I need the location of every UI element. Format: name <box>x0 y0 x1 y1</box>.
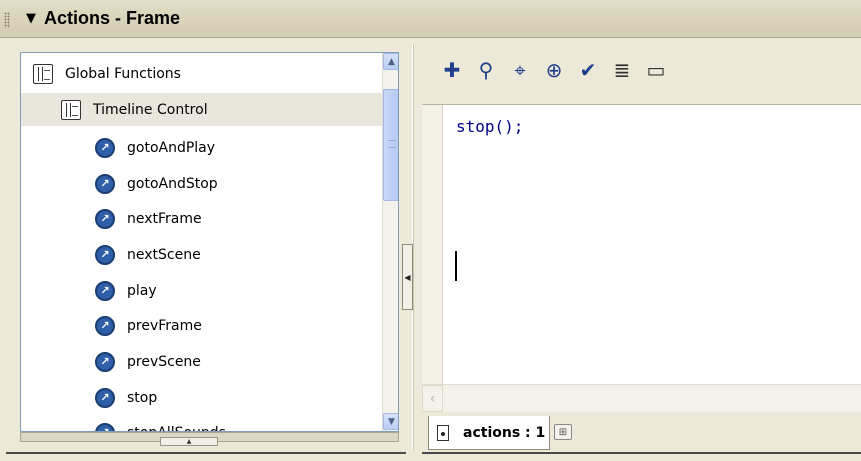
scroll-thumb[interactable] <box>383 89 398 201</box>
thumb-grip-icon <box>388 140 396 148</box>
actions-toolbox-tree: Global Functions Timeline Control ↗ goto… <box>20 52 399 432</box>
tree-item-label: nextScene <box>127 246 201 263</box>
book-icon <box>61 99 81 120</box>
tree-item-label: Timeline Control <box>93 101 208 118</box>
action-arrow-icon: ↗ <box>95 137 115 158</box>
collapse-toolbox-button[interactable]: ◀ <box>402 244 413 310</box>
tree-item-label: gotoAndStop <box>127 175 218 192</box>
tree-item-play[interactable]: ↗ play <box>95 274 398 307</box>
tree-item-timeline-control[interactable]: Timeline Control <box>21 93 382 126</box>
tree-vertical-scrollbar[interactable]: ▲ ▼ <box>382 53 398 431</box>
panel-titlebar[interactable]: ▼ Actions - Frame <box>0 0 861 38</box>
tree-item-label: prevFrame <box>127 317 202 334</box>
tree-item-label: play <box>127 282 157 299</box>
action-arrow-icon: ↗ <box>95 208 115 229</box>
tree-item-global-functions[interactable]: Global Functions <box>33 57 373 90</box>
action-arrow-icon: ↗ <box>95 244 115 265</box>
tree-item-gotoandstop[interactable]: ↗ gotoAndStop <box>95 167 398 200</box>
tree-item-label: nextFrame <box>127 210 202 227</box>
collapse-script-navigator-button[interactable]: ▲ <box>160 437 218 446</box>
check-syntax-icon[interactable]: ✔ <box>574 56 602 84</box>
tree-item-label: Global Functions <box>65 65 181 82</box>
auto-format-icon[interactable]: ≣ <box>608 56 636 84</box>
action-arrow-icon: ↗ <box>95 387 115 408</box>
tree-item-stop[interactable]: ↗ stop <box>95 381 398 414</box>
tree-item-label: gotoAndPlay <box>127 139 216 156</box>
tab-actions-1[interactable]: actions : 1 <box>428 416 550 450</box>
find-icon[interactable]: ⚲ <box>472 56 500 84</box>
tree-item-stopallsounds[interactable]: ↗ stopAllSounds <box>95 416 398 432</box>
book-icon <box>33 63 53 84</box>
tree-item-label: prevScene <box>127 353 201 370</box>
action-arrow-icon: ↗ <box>95 280 115 301</box>
action-arrow-icon: ↗ <box>95 422 115 431</box>
tree-item-label: stop <box>127 389 158 406</box>
code-line[interactable]: stop(); <box>456 117 523 136</box>
editor-gutter <box>422 105 443 413</box>
divider <box>422 452 861 454</box>
tree-item-nextframe[interactable]: ↗ nextFrame <box>95 202 398 235</box>
tree-item-prevframe[interactable]: ↗ prevFrame <box>95 309 398 342</box>
divider <box>6 452 406 454</box>
scroll-left-button[interactable]: ‹ <box>422 385 443 412</box>
tree-item-gotoandplay[interactable]: ↗ gotoAndPlay <box>95 131 398 164</box>
action-arrow-icon: ↗ <box>95 315 115 336</box>
add-item-icon[interactable]: ✚ <box>438 56 466 84</box>
insert-target-path-icon[interactable]: ⌖ <box>506 56 534 84</box>
target-icon[interactable]: ⊕ <box>540 56 568 84</box>
editor-horizontal-scrollbar[interactable]: ‹ <box>422 384 861 412</box>
tree-item-nextscene[interactable]: ↗ nextScene <box>95 238 398 271</box>
panel-title: Actions - Frame <box>44 8 181 28</box>
scroll-up-button[interactable]: ▲ <box>383 53 398 70</box>
keyframe-icon <box>437 424 449 441</box>
action-arrow-icon: ↗ <box>95 351 115 372</box>
code-hint-icon[interactable]: ▭ <box>642 56 670 84</box>
scroll-down-button[interactable]: ▼ <box>383 413 398 430</box>
tree-item-label: stopAllSounds <box>127 425 226 432</box>
drag-grip-icon[interactable] <box>4 12 10 28</box>
script-editor[interactable]: stop(); <box>422 104 861 413</box>
text-caret <box>455 251 457 281</box>
tree-item-prevscene[interactable]: ↗ prevScene <box>95 345 398 378</box>
collapse-arrow-icon[interactable]: ▼ <box>26 11 36 26</box>
tab-label: actions : 1 <box>463 424 546 441</box>
pin-script-icon[interactable]: ⊞ <box>554 424 572 440</box>
action-arrow-icon: ↗ <box>95 173 115 194</box>
